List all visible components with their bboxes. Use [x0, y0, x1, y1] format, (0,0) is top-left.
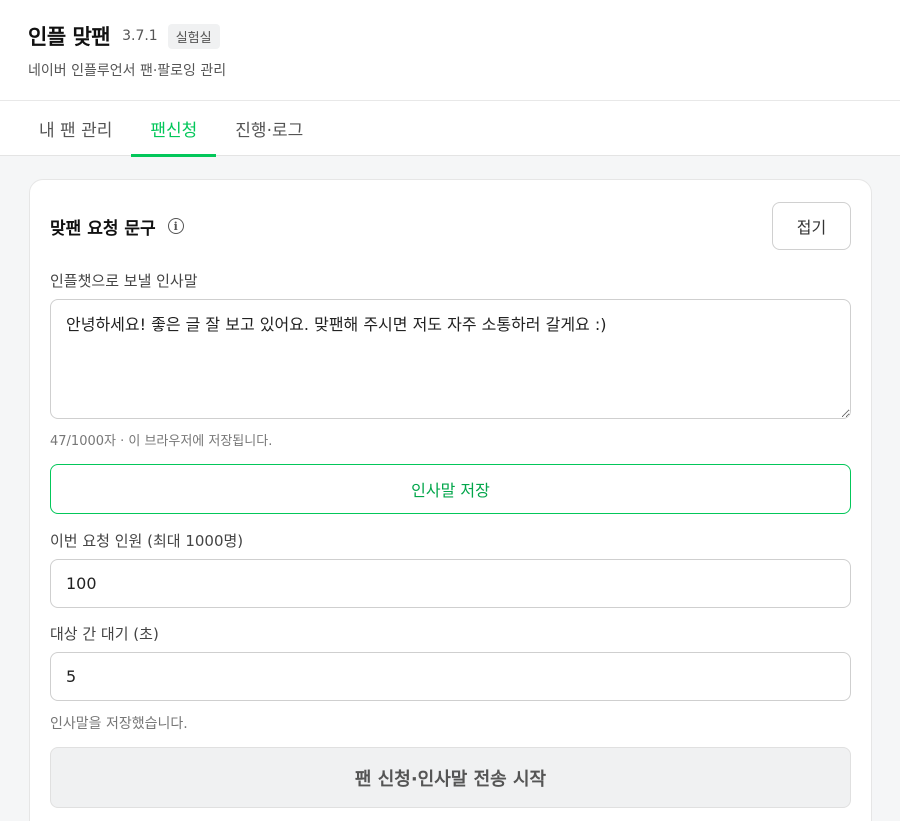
card-title: 맞팬 요청 문구 [50, 218, 156, 239]
status-message: 인사말을 저장했습니다. [50, 716, 188, 732]
tab-fan-request[interactable]: 팬신청 [131, 101, 217, 157]
lab-badge: 실험실 [167, 23, 220, 49]
tab-bar: 내 팬 관리 팬신청 진행·로그 [0, 101, 900, 157]
count-input[interactable] [50, 559, 851, 608]
delay-input[interactable] [50, 652, 851, 701]
info-icon[interactable]: i [167, 218, 184, 234]
greeting-textarea[interactable]: 안녕하세요! 좋은 글 잘 보고 있어요. 맞팬해 주시면 저도 자주 소통하러… [50, 299, 851, 419]
save-greeting-button[interactable]: 인사말 저장 [50, 464, 851, 514]
app-header: 인플 맞팬 3.7.1 실험실 네이버 인플루언서 팬·팔로잉 관리 [0, 0, 900, 101]
request-message-card: 맞팬 요청 문구 i 접기 인플챗으로 보낼 인사말 안녕하세요! 좋은 글 잘… [29, 179, 872, 821]
card-header: 맞팬 요청 문구 i 접기 [50, 180, 851, 270]
tab-progress-log[interactable]: 진행·로그 [216, 101, 322, 156]
title-row: 인플 맞팬 3.7.1 실험실 [28, 22, 872, 50]
app-version: 3.7.1 [122, 28, 158, 44]
tab-my-fans[interactable]: 내 팬 관리 [20, 101, 131, 156]
fold-button[interactable]: 접기 [772, 202, 851, 250]
delay-label: 대상 간 대기 (초) [50, 625, 159, 643]
count-label: 이번 요청 인원 (최대 1000명) [50, 532, 244, 550]
start-request-button[interactable]: 팬 신청·인사말 전송 시작 [50, 747, 851, 808]
app-subtitle: 네이버 인플루언서 팬·팔로잉 관리 [28, 63, 227, 79]
card-title-wrap: 맞팬 요청 문구 i [50, 214, 184, 239]
app-title: 인플 맞팬 [28, 25, 111, 49]
greeting-helper: 47/1000자 · 이 브라우저에 저장됩니다. [50, 434, 273, 449]
greeting-label: 인플챗으로 보낼 인사말 [50, 272, 198, 290]
